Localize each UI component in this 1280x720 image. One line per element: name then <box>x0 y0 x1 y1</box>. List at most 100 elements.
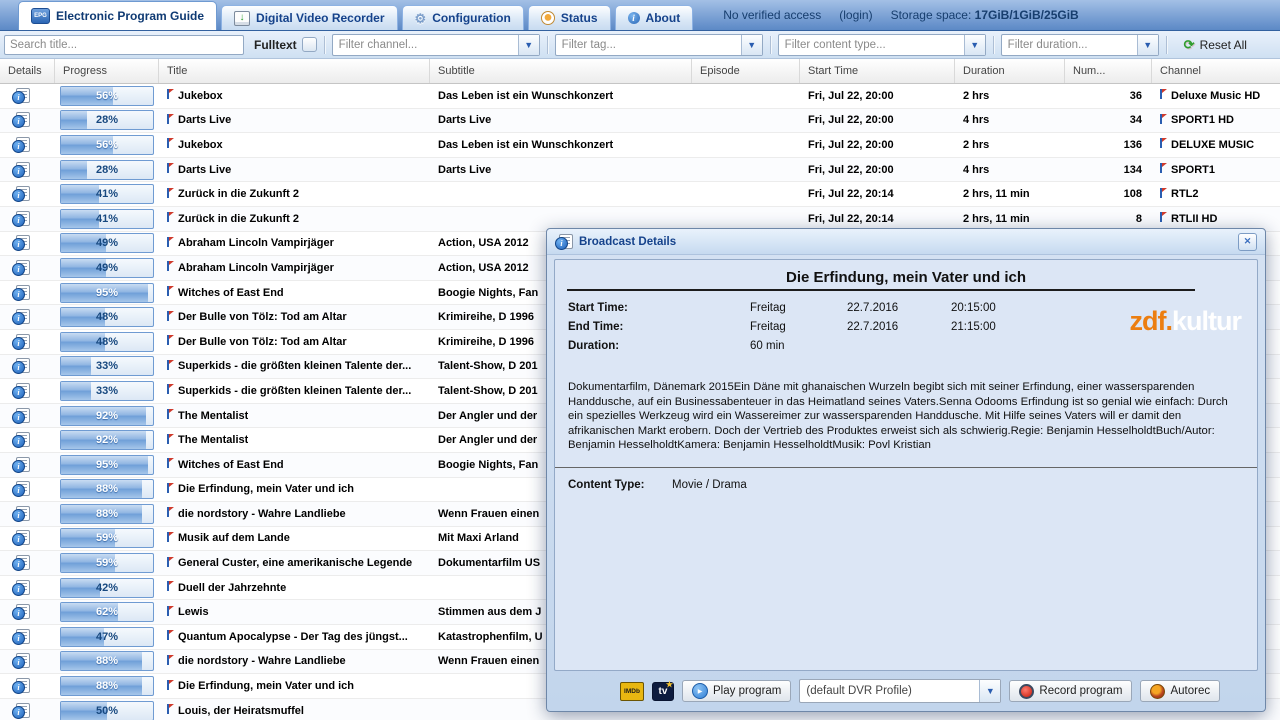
column-header-title[interactable]: Title <box>159 59 430 83</box>
details-icon[interactable]: i <box>12 653 30 669</box>
details-icon[interactable]: i <box>12 334 30 350</box>
tvdb-icon[interactable]: tv ★ <box>652 682 674 701</box>
title-cell: Lewis <box>159 600 430 624</box>
details-icon[interactable]: i <box>12 604 30 620</box>
dialog-title: Broadcast Details <box>579 236 676 248</box>
dvr-profile-select[interactable]: (default DVR Profile) ▼ <box>799 679 1001 703</box>
tab-digital-video-recorder[interactable]: ↓ Digital Video Recorder <box>221 5 397 30</box>
details-icon[interactable]: i <box>12 137 30 153</box>
details-icon[interactable]: i <box>12 457 30 473</box>
details-icon[interactable]: i <box>12 260 30 276</box>
progress-value: 95% <box>61 284 153 302</box>
title-cell: Musik auf dem Lande <box>159 527 430 551</box>
login-link[interactable]: (login) <box>839 8 872 22</box>
configuration-icon: ⚙ <box>415 12 427 25</box>
details-icon[interactable]: i <box>12 530 30 546</box>
column-header-num[interactable]: Num... <box>1065 59 1152 83</box>
column-header-subtitle[interactable]: Subtitle <box>430 59 692 83</box>
channel-name-text: RTL2 <box>1171 188 1199 200</box>
play-program-button[interactable]: ▶ Play program <box>682 680 791 702</box>
column-header-progress[interactable]: Progress <box>55 59 159 83</box>
table-row[interactable]: i41%Zurück in die Zukunft 2Fri, Jul 22, … <box>0 182 1280 207</box>
table-row[interactable]: i56%JukeboxDas Leben ist ein Wunschkonze… <box>0 84 1280 109</box>
details-icon[interactable]: i <box>12 678 30 694</box>
record-program-button[interactable]: Record program <box>1009 680 1132 702</box>
table-row[interactable]: i28%Darts LiveDarts LiveFri, Jul 22, 20:… <box>0 109 1280 134</box>
details-icon[interactable]: i <box>12 186 30 202</box>
start-time-date: 22.7.2016 <box>847 299 951 318</box>
progress-value: 33% <box>61 357 153 375</box>
details-icon[interactable]: i <box>12 112 30 128</box>
close-icon[interactable]: ✕ <box>1238 233 1257 251</box>
details-icon[interactable]: i <box>12 580 30 596</box>
title-cell: Die Erfindung, mein Vater und ich <box>159 478 430 502</box>
progress-bar: 41% <box>60 209 154 229</box>
column-header-channel[interactable]: Channel <box>1152 59 1280 83</box>
filter-content-type-select[interactable]: Filter content type... ▼ <box>778 34 986 56</box>
progress-bar: 28% <box>60 160 154 180</box>
column-header-start-time[interactable]: Start Time <box>800 59 955 83</box>
column-header-episode[interactable]: Episode <box>692 59 800 83</box>
chevron-down-icon[interactable]: ▼ <box>979 680 1000 702</box>
fulltext-checkbox[interactable] <box>302 37 317 52</box>
duration-row: Duration: 60 min <box>568 337 1257 356</box>
status-icon <box>541 11 555 25</box>
title-cell: Darts Live <box>159 109 430 133</box>
duration-label: Duration: <box>568 337 750 356</box>
details-icon[interactable]: i <box>12 162 30 178</box>
channel-name-text: SPORT1 HD <box>1171 114 1234 126</box>
details-icon[interactable]: i <box>12 432 30 448</box>
chevron-down-icon[interactable]: ▼ <box>1137 35 1158 55</box>
details-icon[interactable]: i <box>12 408 30 424</box>
chevron-down-icon[interactable]: ▼ <box>518 35 539 55</box>
tab-about[interactable]: i About <box>615 5 694 30</box>
chevron-down-icon[interactable]: ▼ <box>964 35 985 55</box>
flag-icon <box>1160 163 1168 173</box>
progress-bar: 33% <box>60 381 154 401</box>
filter-channel-select[interactable]: Filter channel... ▼ <box>332 34 540 56</box>
program-title: Die Erfindung, mein Vater und ich <box>555 269 1257 286</box>
details-icon[interactable]: i <box>12 358 30 374</box>
details-icon[interactable]: i <box>12 285 30 301</box>
duration-cell: 4 hrs <box>955 158 1065 182</box>
flag-icon <box>167 311 175 321</box>
tab-status[interactable]: Status <box>528 5 611 30</box>
star-icon: ★ <box>666 680 673 689</box>
tab-electronic-program-guide[interactable]: EPG Electronic Program Guide <box>18 1 217 30</box>
search-title-input[interactable] <box>4 35 244 55</box>
table-row[interactable]: i56%JukeboxDas Leben ist ein Wunschkonze… <box>0 133 1280 158</box>
reset-all-button[interactable]: ⟳ Reset All <box>1184 37 1247 53</box>
dialog-title-bar[interactable]: i Broadcast Details ✕ <box>547 229 1265 255</box>
filter-tag-select[interactable]: Filter tag... ▼ <box>555 34 763 56</box>
details-icon[interactable]: i <box>12 383 30 399</box>
imdb-icon[interactable]: IMDb <box>620 682 644 701</box>
column-header-details[interactable]: Details <box>0 59 55 83</box>
tab-configuration[interactable]: ⚙ Configuration <box>402 5 524 30</box>
fulltext-option: Fulltext <box>254 37 317 52</box>
record-program-label: Record program <box>1039 685 1122 697</box>
details-cell: i <box>0 84 55 108</box>
filter-duration-select[interactable]: Filter duration... ▼ <box>1001 34 1159 56</box>
details-icon[interactable]: i <box>12 506 30 522</box>
details-icon[interactable]: i <box>12 703 30 719</box>
column-header-duration[interactable]: Duration <box>955 59 1065 83</box>
details-icon[interactable]: i <box>12 88 30 104</box>
divider <box>993 36 994 54</box>
chevron-down-icon[interactable]: ▼ <box>741 35 762 55</box>
autorec-button[interactable]: Autorec <box>1140 680 1220 702</box>
title-cell: Duell der Jahrzehnte <box>159 576 430 600</box>
program-title-text: Musik auf dem Lande <box>178 532 290 544</box>
divider <box>324 36 325 54</box>
progress-cell: 50% <box>55 699 159 720</box>
program-title-text: The Mentalist <box>178 434 248 446</box>
details-icon[interactable]: i <box>12 211 30 227</box>
details-icon[interactable]: i <box>12 235 30 251</box>
details-icon[interactable]: i <box>12 481 30 497</box>
program-title-text: Zurück in die Zukunft 2 <box>178 188 299 200</box>
table-row[interactable]: i28%Darts LiveDarts LiveFri, Jul 22, 20:… <box>0 158 1280 183</box>
details-icon[interactable]: i <box>12 309 30 325</box>
details-icon[interactable]: i <box>12 555 30 571</box>
title-cell: Witches of East End <box>159 281 430 305</box>
progress-value: 92% <box>61 407 153 425</box>
details-icon[interactable]: i <box>12 629 30 645</box>
